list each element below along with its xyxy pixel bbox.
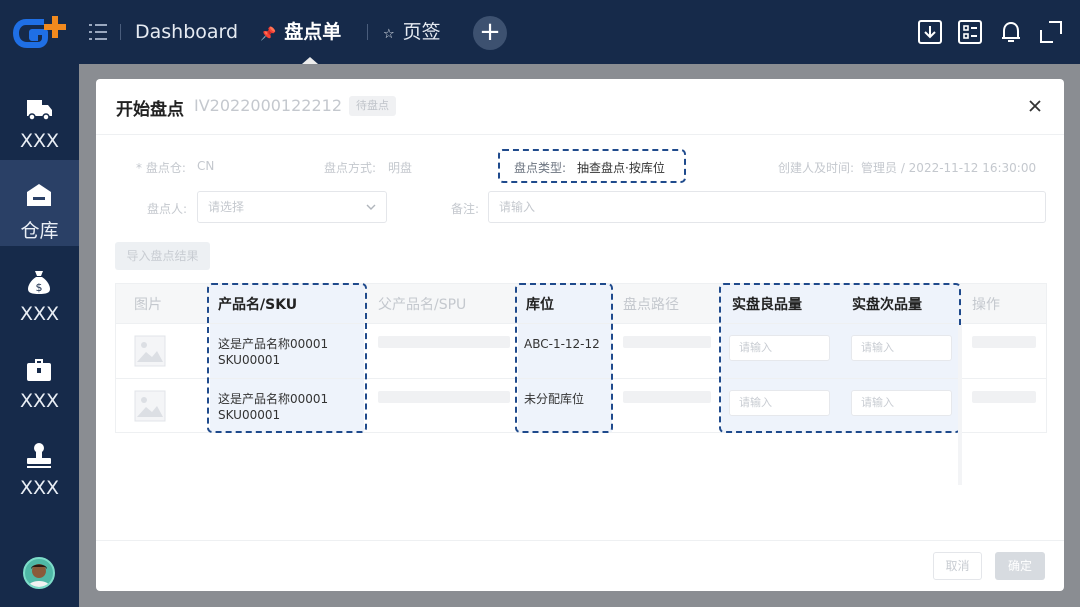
sku-column-highlight-box [207,283,367,433]
checklist-icon[interactable] [956,18,984,46]
chevron-down-icon [366,204,376,210]
loading-placeholder [378,391,510,403]
sidebar-item-tools[interactable]: XXX [0,334,79,420]
remark-label: 备注: [451,202,480,216]
quantity-columns-highlight-box [719,283,961,433]
method-label: 盘点方式: [324,161,377,175]
loading-placeholder [378,336,510,348]
header-actions: 操作 [972,297,1000,313]
tab-page[interactable]: ☆ 页签 [383,18,441,46]
cancel-button[interactable]: 取消 [933,552,982,580]
bell-icon[interactable] [997,18,1025,46]
warehouse-value: CN [197,159,215,173]
sidebar-item-label: XXX [19,477,60,499]
truck-icon [27,100,52,121]
sidebar-item-label: 仓库 [20,220,59,242]
loading-placeholder [623,391,711,403]
counter-placeholder: 请选择 [208,200,245,214]
money-bag-icon: $ [28,271,50,294]
fixed-column-shadow [958,325,962,485]
active-tab-indicator [302,57,318,64]
header-image: 图片 [134,297,162,313]
tab-dashboard[interactable]: Dashboard [135,18,238,46]
method-value: 明盘 [388,161,413,175]
pin-outline-icon: ☆ [383,27,395,42]
sidebar: XXX 仓库 $ XXX XXX XXX [0,64,79,607]
tab-label: Dashboard [135,21,239,43]
user-avatar-icon [28,564,50,587]
stamp-icon [27,443,51,468]
sidebar-item-label: XXX [19,390,60,412]
top-bar: Dashboard 📌 盘点单 ☆ 页签 + [0,0,1080,64]
status-badge: 待盘点 [349,96,396,116]
warehouse-label: * 盘点仓: [136,161,186,175]
divider [96,540,1064,541]
add-tab-button[interactable]: + [473,16,507,50]
creator-label: 创建人及时间: [778,161,855,175]
image-placeholder-icon [134,335,166,367]
remark-placeholder: 请输入 [499,200,536,214]
header-path: 盘点路径 [623,297,679,313]
sidebar-item-stamp[interactable]: XXX [0,421,79,507]
logo-icon [13,16,66,48]
divider [96,134,1064,135]
loading-placeholder [623,336,711,348]
confirm-button[interactable]: 确定 [995,552,1045,580]
sidebar-item-finance[interactable]: $ XXX [0,247,79,333]
menu-icon[interactable] [86,20,110,44]
sidebar-item-warehouse[interactable]: 仓库 [0,160,79,246]
sidebar-item-truck[interactable]: XXX [0,74,79,160]
tab-label: 盘点单 [284,21,342,43]
creator-value: 管理员 / 2022-11-12 16:30:00 [861,161,1037,175]
avatar[interactable] [23,557,55,589]
remark-input[interactable]: 请输入 [488,191,1046,223]
tab-label: 页签 [402,21,441,43]
tab-divider [367,24,368,40]
type-value: 抽查盘点·按库位 [577,161,665,175]
toolbox-icon [27,359,51,381]
loading-placeholder [972,336,1036,348]
type-label: 盘点类型: [514,161,567,175]
svg-text:$: $ [36,281,43,294]
location-column-highlight-box [515,283,613,433]
loading-placeholder [972,391,1036,403]
modal-title: 开始盘点 [116,100,184,120]
close-icon[interactable] [1026,97,1044,115]
counter-label: 盘点人: [147,202,188,216]
pin-icon: 📌 [260,27,277,42]
image-placeholder-icon [134,390,166,422]
document-code: IV2022000122212 [194,96,342,115]
header-parent-spu: 父产品名/SPU [378,297,467,313]
warehouse-icon [27,184,51,206]
sidebar-item-label: XXX [19,303,60,325]
stocktake-modal: 开始盘点 IV2022000122212 待盘点 * 盘点仓: CN 盘点方式:… [96,79,1064,591]
counter-select[interactable]: 请选择 [197,191,387,223]
tab-divider [120,24,121,40]
fullscreen-icon[interactable] [1037,18,1065,46]
import-results-button[interactable]: 导入盘点结果 [115,242,210,270]
tab-stocktake[interactable]: 📌 盘点单 [260,18,341,46]
sidebar-item-label: XXX [19,130,60,152]
download-icon[interactable] [916,18,944,46]
